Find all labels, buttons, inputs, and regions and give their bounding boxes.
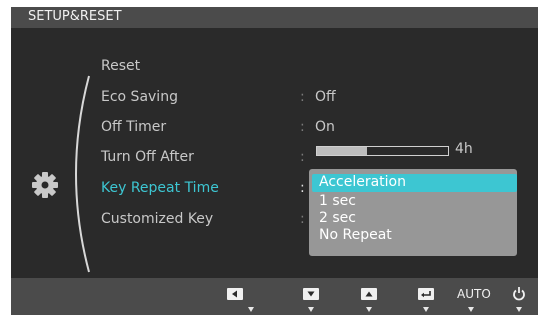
left-arrow-icon: [232, 290, 237, 298]
button-marker: [308, 307, 314, 312]
left-button[interactable]: [227, 288, 243, 300]
up-button[interactable]: [361, 288, 377, 300]
down-arrow-icon: [307, 291, 315, 297]
button-marker: [366, 307, 372, 312]
dropdown-option-2-sec[interactable]: 2 sec: [319, 210, 356, 226]
menu-item-turn-off-after[interactable]: Turn Off After: [101, 149, 194, 165]
menu-item-customized-key[interactable]: Customized Key: [101, 211, 213, 227]
down-button[interactable]: [303, 288, 319, 300]
value-separator: :: [300, 180, 305, 196]
value-separator: :: [300, 89, 305, 105]
gear-icon: [32, 172, 58, 198]
turn-off-after-slider[interactable]: [316, 146, 449, 156]
control-bar: AUTO: [11, 278, 538, 315]
button-marker: [423, 307, 429, 312]
slider-fill: [317, 147, 367, 155]
menu-item-reset[interactable]: Reset: [101, 58, 140, 74]
dropdown-option-no-repeat[interactable]: No Repeat: [319, 227, 392, 243]
menu-arc-decoration: [75, 75, 90, 273]
up-arrow-icon: [365, 291, 373, 297]
off-timer-value: On: [315, 119, 335, 135]
menu-item-key-repeat-time[interactable]: Key Repeat Time: [101, 180, 219, 196]
enter-button[interactable]: [418, 288, 434, 300]
dropdown-option-1-sec[interactable]: 1 sec: [319, 193, 356, 209]
menu-item-eco-saving[interactable]: Eco Saving: [101, 89, 178, 105]
turn-off-after-value: 4h: [455, 141, 473, 157]
button-marker: [468, 307, 474, 312]
auto-button[interactable]: AUTO: [457, 287, 491, 301]
button-marker: [516, 307, 522, 312]
button-marker: [248, 307, 254, 312]
osd-window: SETUP&RESET Reset Eco Saving : Off Off T…: [11, 7, 538, 315]
enter-icon: [421, 291, 431, 298]
value-separator: :: [300, 211, 305, 227]
title-bar: SETUP&RESET: [11, 7, 538, 28]
value-separator: :: [300, 119, 305, 135]
eco-saving-value: Off: [315, 89, 336, 105]
key-repeat-dropdown[interactable]: Acceleration 1 sec 2 sec No Repeat: [309, 169, 517, 256]
dropdown-option-acceleration[interactable]: Acceleration: [312, 174, 517, 192]
value-separator: :: [300, 149, 305, 165]
power-icon[interactable]: [512, 286, 526, 301]
menu-item-off-timer[interactable]: Off Timer: [101, 119, 166, 135]
page-title: SETUP&RESET: [28, 9, 122, 24]
